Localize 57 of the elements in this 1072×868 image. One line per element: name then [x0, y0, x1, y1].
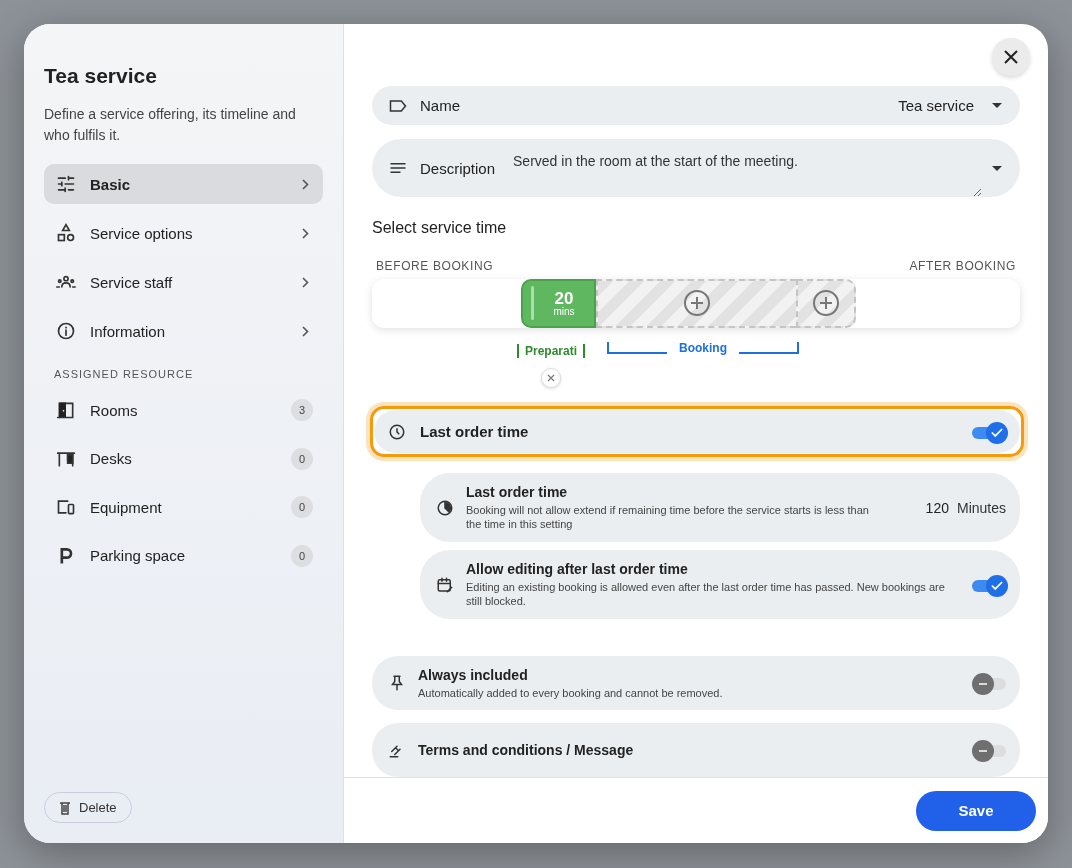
add-slot[interactable] [796, 278, 856, 328]
setting-description: Editing an existing booking is allowed even after the last order time has passed. New bookings are still blocked. [466, 580, 946, 608]
sliders-icon [56, 174, 76, 194]
shapes-icon [56, 223, 76, 243]
chevron-icon [302, 276, 309, 288]
close-button[interactable] [992, 38, 1030, 76]
section-title: ASSIGNED RESOURCE [54, 368, 195, 380]
minutes-value[interactable]: 120 [925, 499, 949, 516]
before-label: BEFORE BOOKING [376, 258, 494, 273]
remove-button[interactable] [541, 368, 561, 388]
close-icon [547, 374, 555, 382]
preparation-label: Preparati [517, 344, 586, 358]
sidebar-item[interactable]: Service staff [44, 262, 323, 302]
setting-title: Terms and conditions / Message [418, 742, 635, 758]
unit-label: Minutes [956, 499, 1006, 516]
timer-icon [436, 498, 454, 517]
toggle-switch[interactable] [972, 672, 1006, 694]
dialog-description: Define a service offering, its timeline and who fulfils it. [44, 105, 297, 145]
clock-icon [388, 422, 406, 441]
setting-description: Booking will not allow extend if remaining time before the service starts is less than the time in this setting [466, 503, 870, 531]
setting-title: Last order time [466, 484, 569, 500]
setting-title: Always included [418, 666, 529, 683]
plus-icon [812, 289, 840, 318]
name-field[interactable]: Name Tea service [372, 86, 1020, 126]
toggle-switch[interactable] [972, 420, 1006, 443]
booking-bracket: Booking [607, 342, 800, 354]
section-heading: Select service time [372, 218, 508, 237]
door-icon [56, 400, 76, 420]
calendar-edit-icon [436, 575, 454, 594]
chevron-icon [302, 325, 309, 337]
dialog-title: Tea service [44, 64, 158, 88]
description-field[interactable]: Description Served in the room at the start of the meeting. [372, 139, 1020, 197]
sidebar-item[interactable]: Basic [44, 164, 323, 204]
sidebar-item[interactable]: Information [44, 311, 323, 351]
count-badge: 3 [291, 399, 313, 421]
setting-row: Last order time [374, 410, 1020, 453]
trash-icon [59, 800, 71, 815]
sidebar-item[interactable]: Service options [44, 213, 323, 253]
plus-icon [683, 289, 711, 318]
count-badge: 0 [291, 496, 313, 518]
setting-description: Automatically added to every booking and cannot be removed. [418, 685, 724, 700]
after-label: AFTER BOOKING [909, 258, 1016, 273]
chevron-icon [302, 178, 309, 190]
setting-title: Allow editing after last order time [466, 561, 689, 577]
toggle-switch[interactable] [972, 739, 1006, 761]
count-badge: 0 [291, 544, 313, 567]
info-icon [56, 321, 76, 341]
chevron-icon [302, 227, 309, 239]
resource-item[interactable]: Equipment 0 [44, 487, 323, 527]
toggle-switch[interactable] [972, 573, 1006, 596]
resource-item[interactable]: Rooms 3 [44, 390, 323, 430]
resource-item[interactable]: Parking space 0 [44, 535, 323, 576]
count-badge: 0 [291, 447, 313, 470]
devices-icon [56, 497, 76, 517]
resource-item[interactable]: Desks 0 [44, 438, 323, 479]
save-button[interactable]: Save [916, 790, 1036, 831]
close-icon [1003, 49, 1019, 65]
